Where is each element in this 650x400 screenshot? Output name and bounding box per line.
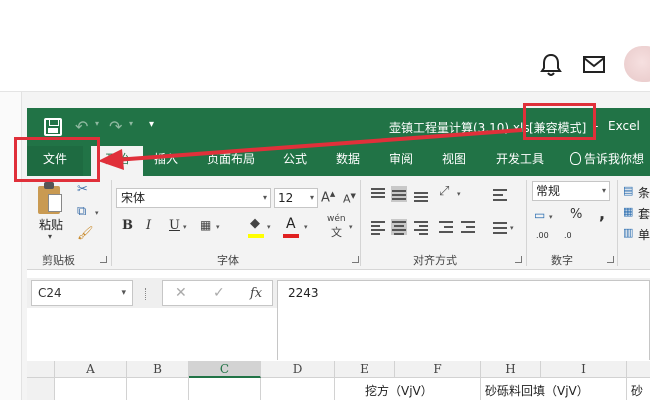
screenshot-page: ↶ ▾ ↷ ▾ ▾ 壶镇工程量计算(3.10).xls [兼容模式] - Exc… (0, 0, 650, 400)
annotation-arrow (98, 128, 523, 170)
